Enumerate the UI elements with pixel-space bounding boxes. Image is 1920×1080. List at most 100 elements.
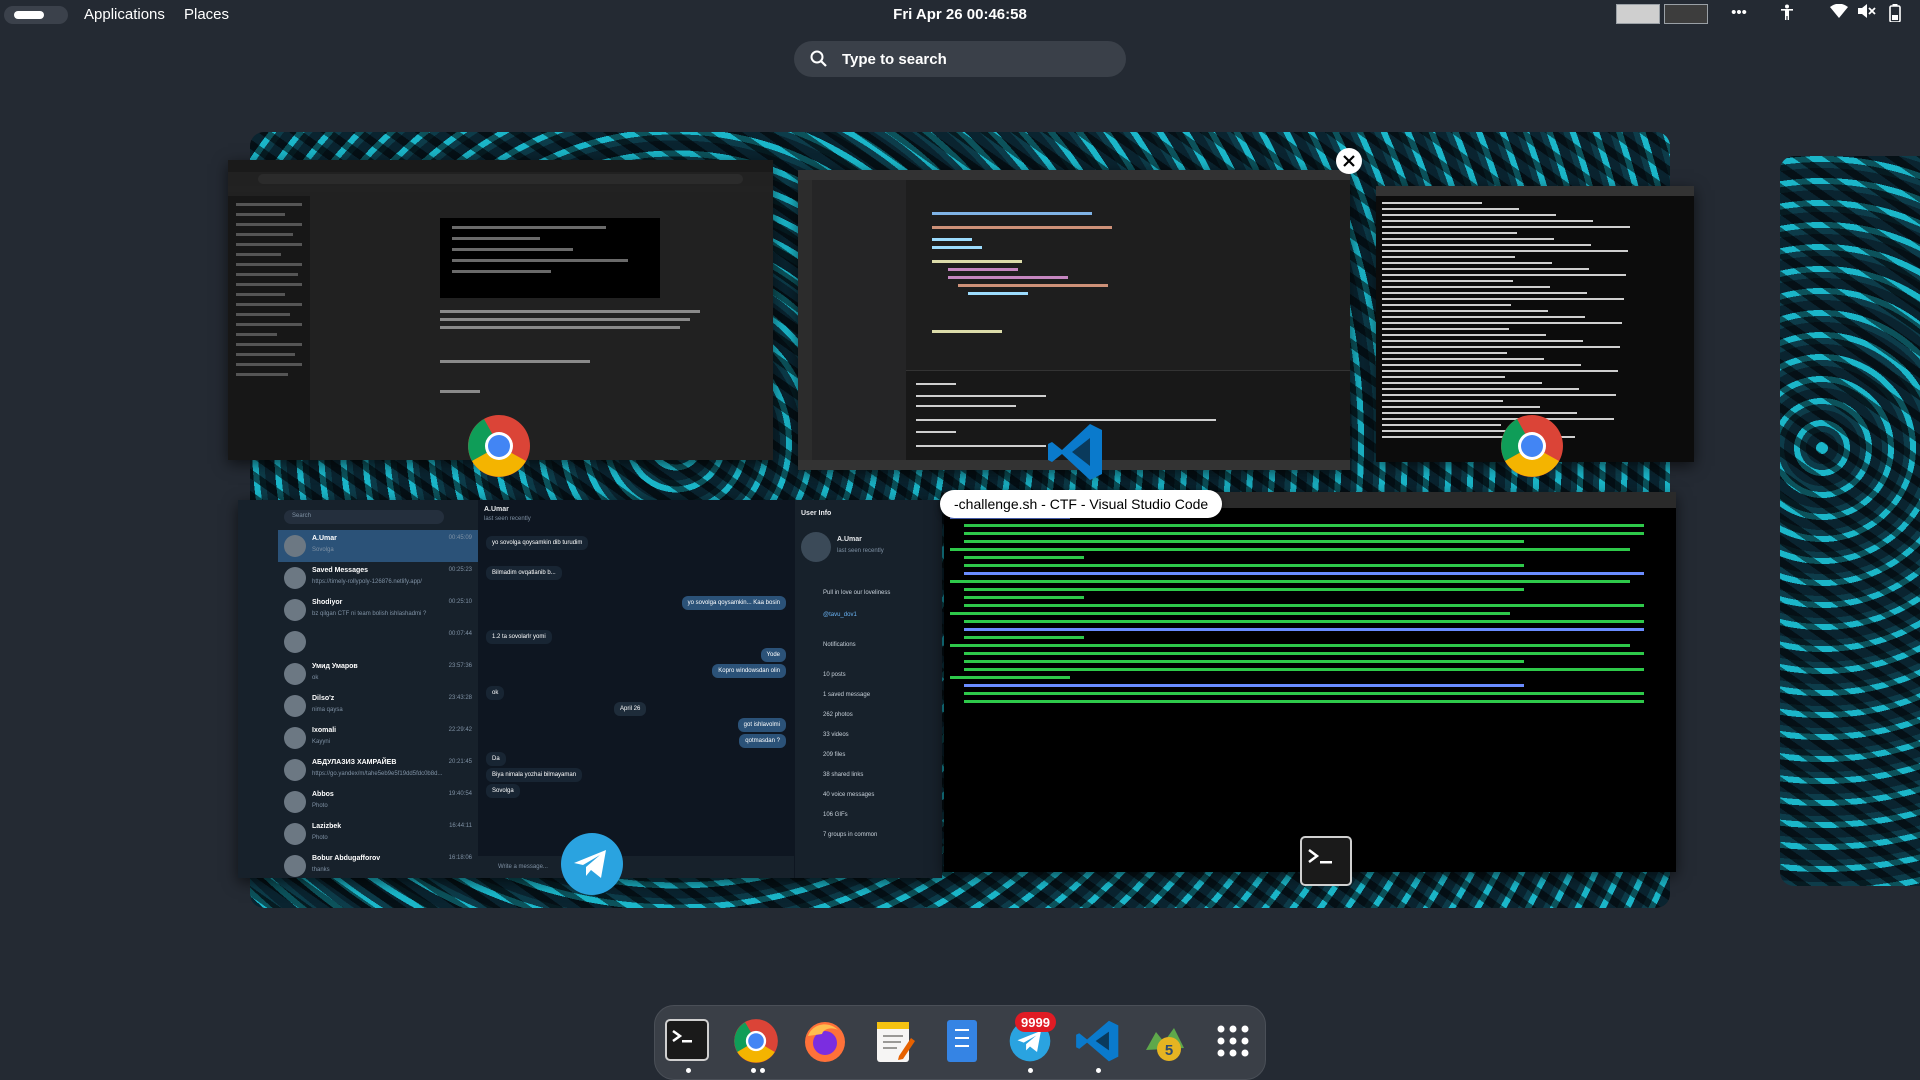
chat-name: Shodiyor: [312, 599, 343, 606]
telegram-search[interactable]: Search: [284, 510, 444, 524]
browser-tabs: [228, 160, 773, 172]
terminal-output-line: [964, 684, 1524, 687]
chat-preview: thanks: [312, 867, 330, 873]
avatar: [284, 631, 306, 653]
info-stat[interactable]: 262 photos: [823, 712, 853, 718]
firefox-icon: [805, 1022, 845, 1062]
notification-badge: 9999: [1015, 1012, 1056, 1032]
workspace-indicator: [14, 11, 44, 19]
places-menu[interactable]: Places: [184, 6, 229, 23]
dock-metatrader[interactable]: 5: [1140, 1016, 1190, 1066]
message-composer[interactable]: Write a message...: [478, 856, 794, 878]
vscode-menubar: [798, 170, 1350, 180]
terminal-output-line: [1382, 202, 1482, 204]
dock-firefox[interactable]: [800, 1016, 850, 1066]
info-notifications[interactable]: Notifications: [823, 642, 856, 648]
list-item[interactable]: Abbos Photo 19:40:54: [278, 786, 478, 818]
list-item[interactable]: Умид Умаров ok 23:57:36: [278, 658, 478, 690]
chat-preview: Photo: [312, 835, 328, 841]
info-stat[interactable]: 38 shared links: [823, 772, 863, 778]
info-stat[interactable]: 7 groups in common: [823, 832, 877, 838]
info-stat[interactable]: 40 voice messages: [823, 792, 874, 798]
chat-name: Умид Умаров: [312, 663, 358, 670]
chat-time: 23:43:28: [448, 695, 472, 701]
chat-preview: bz qilgan CTF ni team bolish ishlashadmi…: [312, 611, 427, 617]
terminal-output-line: [1382, 334, 1546, 336]
top-bar: Applications Places Fri Apr 26 00:46:58 …: [0, 0, 1920, 30]
list-item[interactable]: Saved Messages https://timely-rollypoly-1…: [278, 562, 478, 594]
terminal-output-line: [1382, 400, 1503, 402]
message-bubble: qotmasdan ?: [739, 734, 786, 748]
applications-menu[interactable]: Applications: [84, 6, 165, 23]
terminal-output-line: [964, 692, 1644, 695]
terminal-output-line: [1382, 220, 1593, 222]
info-stat[interactable]: 209 files: [823, 752, 845, 758]
info-stat[interactable]: 1 saved message: [823, 692, 870, 698]
info-stat[interactable]: 10 posts: [823, 672, 846, 678]
list-item[interactable]: 00:07:44: [278, 626, 478, 658]
message-bubble: ok: [486, 686, 505, 700]
list-item[interactable]: Shodiyor bz qilgan CTF ni team bolish ish…: [278, 594, 478, 626]
window-title-tooltip: -challenge.sh - CTF - Visual Studio Code: [940, 490, 1223, 518]
chat-name: Ixomali: [312, 727, 337, 734]
battery-icon[interactable]: [1884, 4, 1906, 26]
more-icon[interactable]: •••: [1728, 4, 1750, 21]
chat-time: 00:25:23: [448, 567, 472, 573]
avatar: [284, 791, 306, 813]
chat-preview: Photo: [312, 803, 328, 809]
list-item[interactable]: A.Umar Sovolga 00:45:09: [278, 530, 478, 562]
terminal-output-line: [964, 652, 1644, 655]
terminal-output-line: [964, 556, 1084, 559]
dock-terminal[interactable]: [662, 1016, 712, 1066]
chat-time: 22:29:42: [448, 727, 472, 733]
window-terminal[interactable]: [944, 492, 1676, 872]
svg-text:5: 5: [1165, 1042, 1173, 1059]
close-window-button[interactable]: [1336, 148, 1362, 174]
chat-time: 19:40:54: [448, 791, 472, 797]
chat-name: Abbos: [312, 791, 334, 798]
chat-name: Dilso'z: [312, 695, 335, 702]
message-bubble: Bilmadim ovqatlanib b...: [486, 566, 562, 580]
dock-vscode[interactable]: [1073, 1016, 1123, 1066]
list-item[interactable]: Dilso'z nima qaysa 23:43:28: [278, 690, 478, 722]
clock[interactable]: Fri Apr 26 00:46:58: [893, 6, 1027, 23]
list-item[interactable]: Bobur Abdugafforov thanks 16:18:06: [278, 850, 478, 878]
workspace-thumb-1[interactable]: [1616, 4, 1660, 24]
terminal-output-line: [964, 532, 1644, 535]
chat-time: 00:07:44: [448, 631, 472, 637]
info-stat[interactable]: 106 GIFs: [823, 812, 848, 818]
dock-files[interactable]: [937, 1016, 987, 1066]
dock-app-grid[interactable]: [1208, 1016, 1258, 1066]
terminal-output-line: [1382, 376, 1505, 378]
terminal-output-line: [950, 644, 1630, 647]
window-telegram[interactable]: Search A.Umar Sovolga 00:45:09 Saved Messag…: [238, 500, 942, 878]
search-input[interactable]: Type to search: [794, 41, 1126, 77]
list-item[interactable]: Lazizbek Photo 16:44:11: [278, 818, 478, 850]
info-status: last seen recently: [837, 548, 884, 554]
chat-title: A.Umar: [484, 506, 509, 513]
chat-time: 00:25:10: [448, 599, 472, 605]
info-stat[interactable]: 33 videos: [823, 732, 849, 738]
chat-preview: nima qaysa: [312, 707, 343, 713]
message-bubble: got ishlavolmi: [737, 718, 786, 732]
metatrader-icon: 5: [1146, 1028, 1184, 1061]
dock-chrome[interactable]: [731, 1016, 781, 1066]
accessibility-icon[interactable]: [1776, 4, 1798, 24]
chat-preview: https://go.yandex/m/tahe5eb9e5f19dd5fdc0…: [312, 771, 443, 777]
telegram-chat: A.Umar last seen recently yo sovolga qoy…: [478, 500, 794, 878]
list-item[interactable]: АБДУЛАЗИЗ ХАМРАЙЕВ https://go.yandex/m/ta…: [278, 754, 478, 786]
wifi-icon[interactable]: [1828, 3, 1850, 22]
dock-text-editor[interactable]: [869, 1016, 919, 1066]
list-item[interactable]: Ixomali Kayyni 22:29:42: [278, 722, 478, 754]
terminal-icon: [665, 1019, 709, 1061]
workspace-preview-next[interactable]: [1780, 156, 1920, 886]
terminal-output-line: [950, 676, 1070, 679]
workspace-thumb-2[interactable]: [1664, 4, 1708, 24]
mute-icon[interactable]: [1856, 4, 1878, 22]
search-icon: [810, 50, 827, 67]
telegram-folder-rail: [238, 500, 278, 878]
terminal-output-line: [964, 660, 1524, 663]
terminal-output-line: [1382, 214, 1556, 216]
activities-button[interactable]: [4, 6, 68, 24]
terminal-output-line: [1382, 268, 1589, 270]
